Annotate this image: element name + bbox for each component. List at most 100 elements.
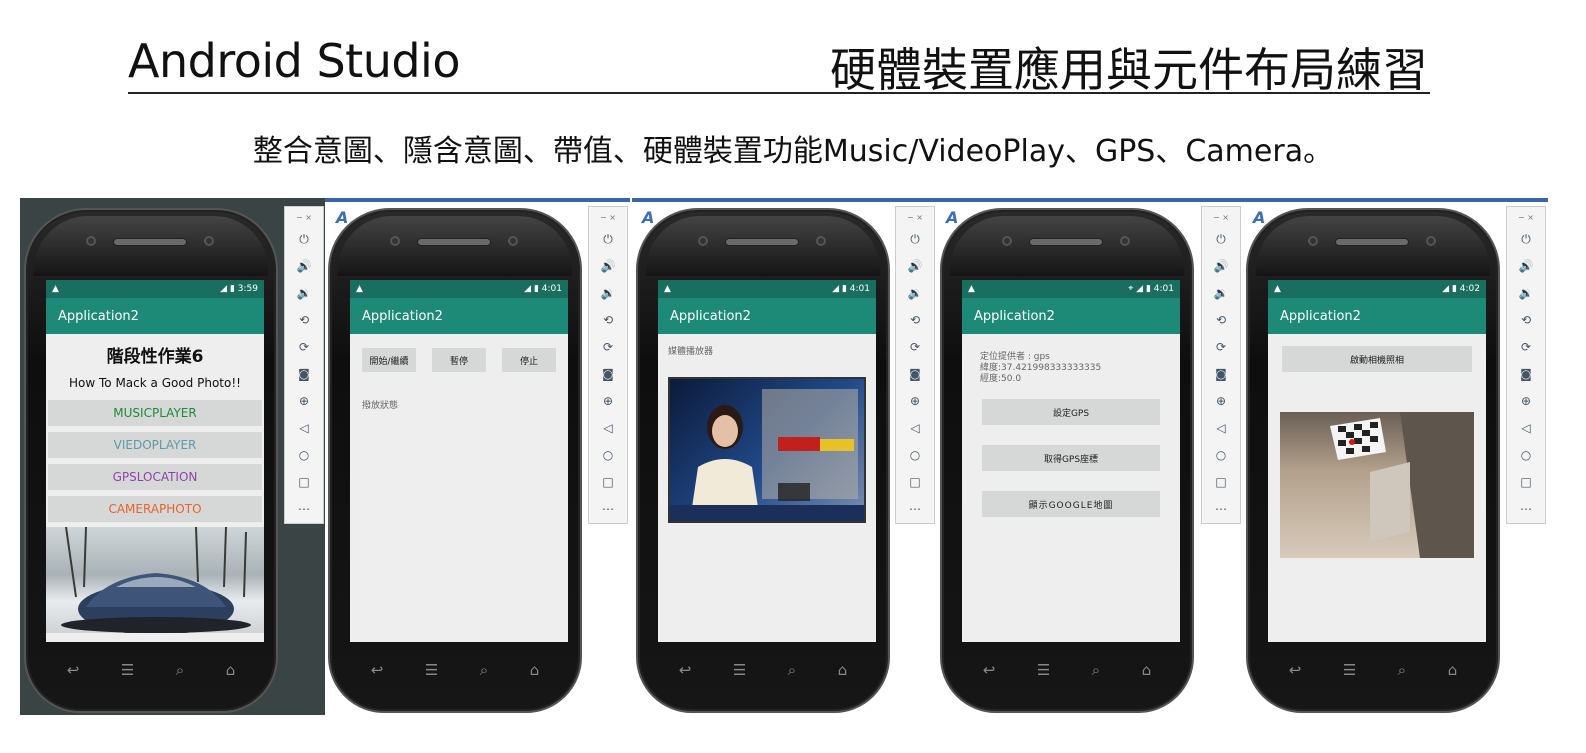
overview-icon[interactable]: □ [909, 469, 920, 496]
phone-nav-bar: ↩ ☰ ⌕ ⌂ [1268, 653, 1478, 687]
show-google-map-button[interactable]: 顯示GOOGLE地圖 [982, 491, 1160, 517]
volume-down-icon[interactable]: 🔉 [297, 280, 312, 307]
more-icon[interactable]: ⋯ [1215, 496, 1227, 523]
window-controls[interactable]: − × [600, 213, 616, 226]
stop-button[interactable]: 停止 [502, 348, 556, 372]
rotate-left-icon[interactable]: ⟲ [603, 307, 613, 334]
camera-photo-button[interactable]: CAMERAPHOTO [48, 496, 262, 522]
window-controls[interactable]: − × [1213, 213, 1229, 226]
pause-button[interactable]: 暫停 [432, 348, 486, 372]
menu-icon[interactable]: ☰ [1037, 661, 1050, 679]
back-icon[interactable]: ◁ [1216, 415, 1225, 442]
home-icon[interactable]: ○ [1216, 442, 1226, 469]
volume-up-icon[interactable]: 🔊 [297, 253, 312, 280]
launch-camera-button[interactable]: 啟動相機照相 [1282, 346, 1472, 372]
home-icon[interactable]: ⌂ [838, 661, 848, 679]
search-icon[interactable]: ⌕ [176, 661, 184, 679]
power-icon[interactable]: ⏻ [1216, 226, 1226, 253]
back-icon[interactable]: ↩ [371, 661, 384, 679]
overview-icon[interactable]: □ [1520, 469, 1531, 496]
back-icon[interactable]: ↩ [67, 661, 80, 679]
menu-icon[interactable]: ☰ [733, 661, 746, 679]
search-icon[interactable]: ⌕ [788, 661, 796, 679]
volume-down-icon[interactable]: 🔉 [908, 280, 923, 307]
home-icon[interactable]: ⌂ [226, 661, 236, 679]
play-resume-button[interactable]: 開始/繼續 [362, 348, 416, 372]
volume-up-icon[interactable]: 🔊 [908, 253, 923, 280]
overview-icon[interactable]: □ [298, 469, 309, 496]
rotate-right-icon[interactable]: ⟳ [299, 334, 309, 361]
get-gps-coords-button[interactable]: 取得GPS座標 [982, 445, 1160, 471]
rotate-left-icon[interactable]: ⟲ [910, 307, 920, 334]
page-subtitle: 整合意圖、隱含意圖、帶值、硬體裝置功能Music/VideoPlay、GPS、C… [252, 134, 1334, 169]
search-icon[interactable]: ⌕ [1092, 661, 1100, 679]
video-player-button[interactable]: VIEDOPLAYER [48, 432, 262, 458]
back-icon[interactable]: ↩ [983, 661, 996, 679]
home-icon[interactable]: ○ [603, 442, 613, 469]
power-icon[interactable]: ⏻ [299, 226, 309, 253]
search-icon[interactable]: ⌕ [1398, 661, 1406, 679]
zoom-icon[interactable]: ⊕ [1521, 388, 1531, 415]
more-icon[interactable]: ⋯ [602, 496, 614, 523]
back-icon[interactable]: ◁ [1521, 415, 1530, 442]
rotate-right-icon[interactable]: ⟳ [1216, 334, 1226, 361]
overview-icon[interactable]: □ [602, 469, 613, 496]
camera-icon[interactable]: ◙ [1520, 361, 1532, 388]
home-icon[interactable]: ⌂ [1448, 661, 1458, 679]
sensor-icon [1426, 236, 1436, 246]
zoom-icon[interactable]: ⊕ [299, 388, 309, 415]
rotate-right-icon[interactable]: ⟳ [910, 334, 920, 361]
zoom-icon[interactable]: ⊕ [910, 388, 920, 415]
more-icon[interactable]: ⋯ [909, 496, 921, 523]
music-player-button[interactable]: MUSICPLAYER [48, 400, 262, 426]
camera-icon[interactable]: ◙ [602, 361, 614, 388]
volume-down-icon[interactable]: 🔉 [601, 280, 616, 307]
back-icon[interactable]: ↩ [1289, 661, 1302, 679]
menu-icon[interactable]: ☰ [1343, 661, 1356, 679]
menu-icon[interactable]: ☰ [121, 661, 134, 679]
window-controls[interactable]: − × [1518, 213, 1534, 226]
home-icon[interactable]: ○ [299, 442, 309, 469]
power-icon[interactable]: ⏻ [603, 226, 613, 253]
camera-icon[interactable]: ◙ [909, 361, 921, 388]
back-icon[interactable]: ◁ [299, 415, 308, 442]
more-icon[interactable]: ⋯ [1520, 496, 1532, 523]
power-icon[interactable]: ⏻ [1521, 226, 1531, 253]
rotate-right-icon[interactable]: ⟳ [603, 334, 613, 361]
back-icon[interactable]: ↩ [679, 661, 692, 679]
search-icon[interactable]: ⌕ [480, 661, 488, 679]
power-icon[interactable]: ⏻ [910, 226, 920, 253]
home-icon[interactable]: ⌂ [1142, 661, 1152, 679]
clock: 4:01 [1153, 284, 1174, 294]
home-icon[interactable]: ⌂ [530, 661, 540, 679]
status-bar: ▲ ⌖ ◢ ▮ 4:01 [962, 280, 1180, 298]
gps-location-button[interactable]: GPSLOCATION [48, 464, 262, 490]
home-icon[interactable]: ○ [910, 442, 920, 469]
clock: 4:01 [849, 284, 870, 294]
menu-icon[interactable]: ☰ [425, 661, 438, 679]
window-controls[interactable]: − × [296, 213, 312, 226]
front-camera-icon [86, 236, 96, 246]
volume-down-icon[interactable]: 🔉 [1519, 280, 1534, 307]
rotate-right-icon[interactable]: ⟳ [1521, 334, 1531, 361]
page-title-left: Android Studio [128, 34, 460, 88]
rotate-left-icon[interactable]: ⟲ [1216, 307, 1226, 334]
volume-down-icon[interactable]: 🔉 [1214, 280, 1229, 307]
video-view[interactable] [668, 377, 866, 523]
volume-up-icon[interactable]: 🔊 [1214, 253, 1229, 280]
back-icon[interactable]: ◁ [910, 415, 919, 442]
zoom-icon[interactable]: ⊕ [603, 388, 613, 415]
set-gps-button[interactable]: 設定GPS [982, 399, 1160, 425]
back-icon[interactable]: ◁ [603, 415, 612, 442]
volume-up-icon[interactable]: 🔊 [601, 253, 616, 280]
more-icon[interactable]: ⋯ [298, 496, 310, 523]
zoom-icon[interactable]: ⊕ [1216, 388, 1226, 415]
window-controls[interactable]: − × [907, 213, 923, 226]
rotate-left-icon[interactable]: ⟲ [1521, 307, 1531, 334]
home-icon[interactable]: ○ [1521, 442, 1531, 469]
camera-icon[interactable]: ◙ [1215, 361, 1227, 388]
rotate-left-icon[interactable]: ⟲ [299, 307, 309, 334]
camera-icon[interactable]: ◙ [298, 361, 310, 388]
volume-up-icon[interactable]: 🔊 [1519, 253, 1534, 280]
overview-icon[interactable]: □ [1215, 469, 1226, 496]
